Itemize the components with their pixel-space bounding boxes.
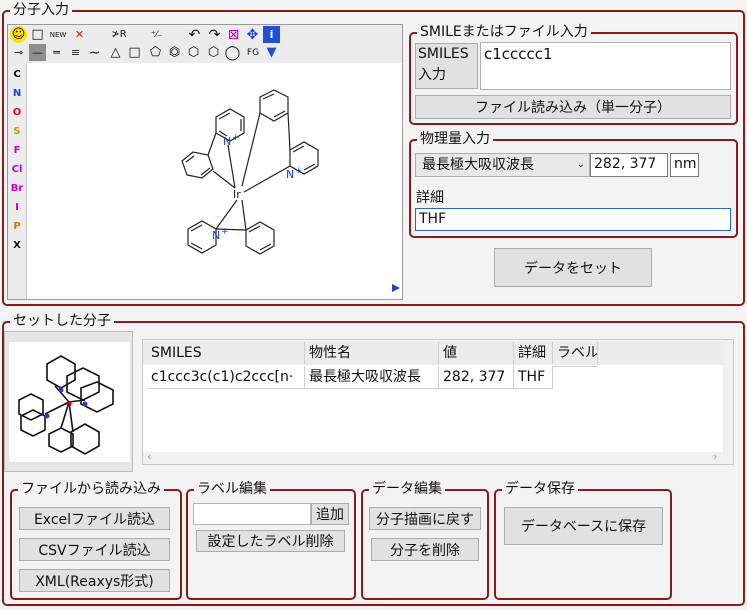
smiles-group-title: SMILEまたはファイル入力 [417,23,591,41]
atom-button-o[interactable]: O [8,103,26,122]
chevron-down-icon: ⌄ [576,159,585,170]
charge-label-right: + [295,166,303,176]
grid-header-hsb [723,340,733,464]
cyclobutane-icon[interactable]: □ [126,44,143,61]
save-to-database-button[interactable]: データベースに保存 [504,507,663,545]
molecule-input-title: 分子入力 [10,1,72,19]
molecule-canvas[interactable]: Ir N + N + N + [28,64,402,298]
move-icon[interactable]: ✥ [244,26,261,43]
label-input[interactable] [193,503,311,525]
data-save-title: データ保存 [502,480,578,498]
data-grid[interactable]: ‹ › SMILES 物性名 値 詳細 ラベル c1ccc3c(c1)c2ccc… [142,339,734,465]
functional-group-icon[interactable]: FG [242,44,264,61]
erase-icon[interactable]: ✕ [71,26,88,43]
column-header-detail[interactable]: 詳細 [514,342,553,364]
xml-read-button[interactable]: XML(Reaxys形式) [19,569,170,592]
triple-bond-icon[interactable]: ≡ [67,44,84,61]
charge-icon[interactable]: ⁺⁄₋ [148,26,165,43]
double-bond-icon[interactable]: ═ [48,44,65,61]
atom-button-n[interactable]: N [8,84,26,103]
back-to-drawing-button[interactable]: 分子描画に戻す [369,507,481,530]
grid-hscroll[interactable] [143,452,723,464]
property-value-input[interactable]: 282, 377 [590,153,668,177]
molecule-editor: ☺ □ NEW ✕ ≯R ⁺⁄₋ ↶ ↷ ⊠ ✥ i ⊸ — ═ ≡ ∼ △ □… [7,24,403,300]
clear-icon[interactable]: ⊠ [225,26,242,43]
scroll-right-icon[interactable]: › [713,450,717,463]
smiley-icon[interactable]: ☺ [10,26,27,43]
property-select[interactable]: 最長極大吸収波長 ⌄ [415,153,590,177]
atom-button-s[interactable]: S [8,122,26,141]
detail-label: 詳細 [416,190,444,206]
molecule-thumbnail-image [9,342,130,462]
label-edit-title: ラベル編集 [194,480,270,498]
cell-smiles[interactable]: c1ccc3c(c1)c2ccc[n· [147,366,305,389]
redo-icon[interactable]: ↷ [206,26,223,43]
cyclohexane-icon[interactable]: ⬡ [185,44,202,61]
cyclooctane-icon[interactable]: ◯ [224,44,241,61]
column-header-value[interactable]: 値 [439,342,514,364]
property-group-title: 物理量入力 [417,130,493,148]
expand-arrow-icon[interactable] [392,284,400,292]
new-button[interactable]: NEW [46,26,70,43]
column-header-property[interactable]: 物性名 [305,342,439,364]
blank-template-icon[interactable]: □ [29,26,46,43]
delete-label-button[interactable]: 設定したラベル削除 [196,530,345,552]
nitrogen-label-bottom: N [212,229,220,242]
atom-button-i[interactable]: I [8,198,26,217]
cyclopentane-icon[interactable]: ⬠ [147,44,164,61]
csv-read-button[interactable]: CSVファイル読込 [19,538,170,561]
molecule-thumbnail [4,331,133,472]
set-data-button[interactable]: データをセット [494,248,652,287]
charge-label-top: + [232,133,240,143]
single-bond-icon[interactable]: — [29,44,46,61]
smiles-input[interactable]: c1ccccc1 [480,42,731,90]
atom-button-c[interactable]: C [8,65,26,84]
scroll-left-icon[interactable]: ‹ [147,450,151,463]
excel-read-button[interactable]: Excelファイル読込 [19,507,170,530]
detail-input[interactable]: THF [415,208,731,231]
column-header-smiles[interactable]: SMILES [147,342,305,364]
info-icon[interactable]: i [263,26,280,43]
delete-molecule-button[interactable]: 分子を削除 [371,538,479,561]
smiles-label-line1: SMILES [418,46,469,62]
atom-button-x[interactable]: X [8,236,26,255]
atom-button-cl[interactable]: Cl [8,160,26,179]
data-edit-title: データ編集 [369,480,445,498]
benzene-icon[interactable]: ⏣ [166,44,183,61]
r-group-icon[interactable]: ≯R [108,26,130,43]
cell-property[interactable]: 最長極大吸収波長 [305,366,439,389]
iridium-atom-label: Ir [233,188,241,201]
table-row[interactable]: c1ccc3c(c1)c2ccc[n· 最長極大吸収波長 282, 377 TH… [147,366,598,389]
cell-value[interactable]: 282, 377 [439,366,514,389]
charge-label-bottom: + [221,227,229,237]
property-select-value: 最長極大吸収波長 [422,157,534,173]
smiles-label-box: SMILES 入力 [415,43,478,89]
atom-button-f[interactable]: F [8,141,26,160]
file-read-title: ファイルから読み込み [18,480,164,498]
nitrogen-label-top: N [223,135,231,148]
cycloheptane-icon[interactable]: ⬡ [205,44,222,61]
set-molecules-title: セットした分子 [10,312,114,330]
nitrogen-label-right: N [286,168,294,181]
atom-button-p[interactable]: P [8,217,26,236]
wavy-bond-icon[interactable]: ∼ [86,44,103,61]
cell-label[interactable] [553,366,598,367]
smiles-label-line2: 入力 [418,67,446,83]
more-tools-icon[interactable]: ▼ [263,44,280,61]
undo-icon[interactable]: ↶ [186,26,203,43]
column-header-label[interactable]: ラベル [553,342,598,364]
atom-button-br[interactable]: Br [8,179,26,198]
add-label-button[interactable]: 追加 [311,503,349,525]
cyclopropane-icon[interactable]: △ [107,44,124,61]
chain-tool-icon[interactable]: ⊸ [10,44,27,61]
cell-detail[interactable]: THF [514,366,553,389]
file-load-button[interactable]: ファイル読み込み（単一分子） [415,95,731,119]
unit-field[interactable]: nm [670,153,699,177]
